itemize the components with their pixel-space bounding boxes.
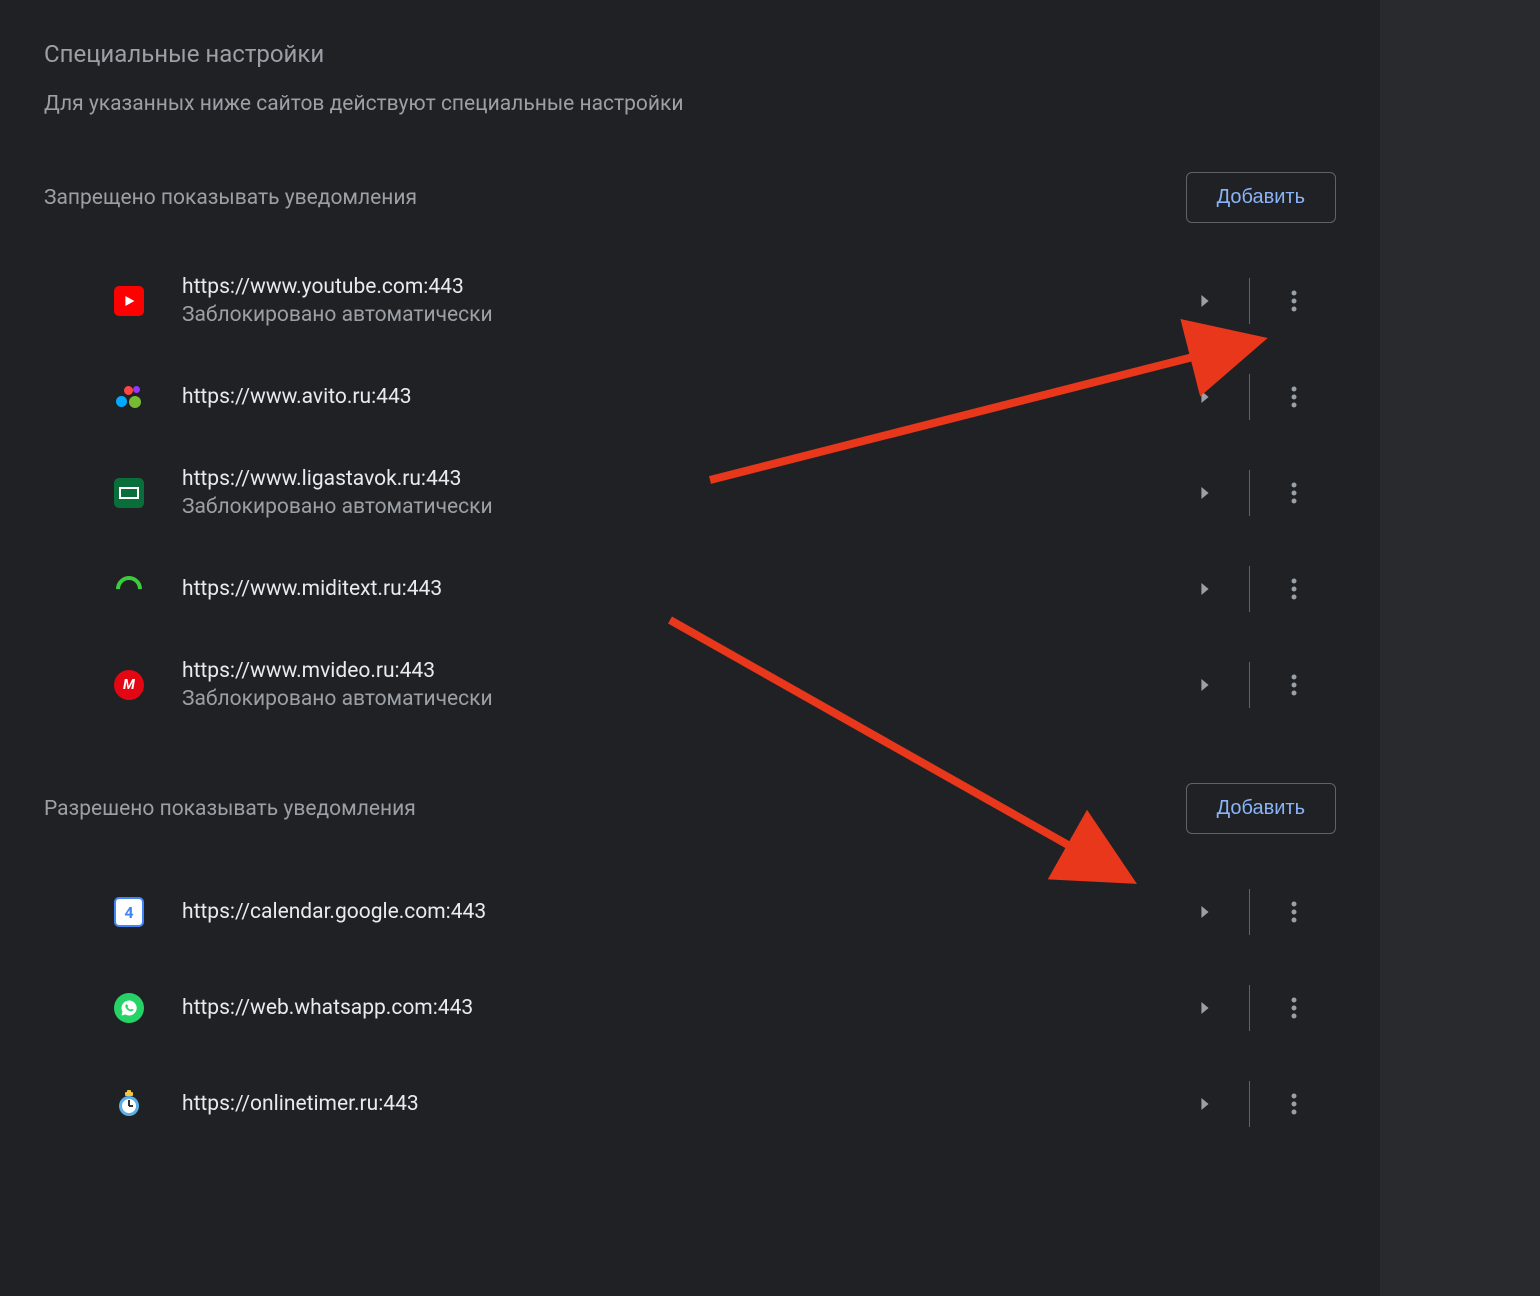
more-menu-button[interactable] [1266,465,1322,521]
expand-button[interactable] [1177,561,1233,617]
google-calendar-icon [114,897,144,927]
miditext-icon [114,574,144,604]
allowed-section-header: Разрешено показывать уведомления Добавит… [44,783,1336,834]
site-url: https://calendar.google.com:443 [182,900,1177,924]
blocked-site-list: https://www.youtube.com:443 Заблокирован… [44,253,1336,733]
avito-icon [114,382,144,412]
site-url: https://onlinetimer.ru:443 [182,1092,1177,1116]
site-url: https://www.miditext.ru:443 [182,577,1177,601]
settings-panel: Специальные настройки Для указанных ниже… [0,0,1380,1296]
expand-button[interactable] [1177,1076,1233,1132]
section-main-title: Специальные настройки [44,40,1336,68]
blocked-section-title: Запрещено показывать уведомления [44,186,417,210]
site-status: Заблокировано автоматически [182,687,1177,711]
youtube-icon [114,286,144,316]
site-row[interactable]: https://www.miditext.ru:443 [44,541,1336,637]
expand-button[interactable] [1177,465,1233,521]
site-row[interactable]: https://onlinetimer.ru:443 [44,1056,1336,1152]
site-status: Заблокировано автоматически [182,303,1177,327]
more-menu-button[interactable] [1266,561,1322,617]
site-url: https://www.ligastavok.ru:443 [182,467,1177,491]
allowed-site-list: https://calendar.google.com:443 https://… [44,864,1336,1152]
more-menu-button[interactable] [1266,980,1322,1036]
expand-button[interactable] [1177,369,1233,425]
site-url: https://web.whatsapp.com:443 [182,996,1177,1020]
site-url: https://www.mvideo.ru:443 [182,659,1177,683]
site-row[interactable]: https://www.youtube.com:443 Заблокирован… [44,253,1336,349]
site-status: Заблокировано автоматически [182,495,1177,519]
site-row[interactable]: https://www.ligastavok.ru:443 Заблокиров… [44,445,1336,541]
site-row[interactable]: https://calendar.google.com:443 [44,864,1336,960]
blocked-section-header: Запрещено показывать уведомления Добавит… [44,172,1336,223]
expand-button[interactable] [1177,884,1233,940]
more-menu-button[interactable] [1266,369,1322,425]
more-menu-button[interactable] [1266,884,1322,940]
whatsapp-icon [114,993,144,1023]
mvideo-icon: М [114,670,144,700]
site-url: https://www.youtube.com:443 [182,275,1177,299]
add-blocked-button[interactable]: Добавить [1186,172,1336,223]
more-menu-button[interactable] [1266,657,1322,713]
ligastavok-icon [114,478,144,508]
more-menu-button[interactable] [1266,273,1322,329]
expand-button[interactable] [1177,273,1233,329]
site-row[interactable]: https://web.whatsapp.com:443 [44,960,1336,1056]
site-row[interactable]: М https://www.mvideo.ru:443 Заблокирован… [44,637,1336,733]
timer-icon [114,1089,144,1119]
site-row[interactable]: https://www.avito.ru:443 [44,349,1336,445]
expand-button[interactable] [1177,980,1233,1036]
expand-button[interactable] [1177,657,1233,713]
allowed-section-title: Разрешено показывать уведомления [44,797,416,821]
add-allowed-button[interactable]: Добавить [1186,783,1336,834]
site-url: https://www.avito.ru:443 [182,385,1177,409]
section-main-subtitle: Для указанных ниже сайтов действуют спец… [44,92,1336,116]
more-menu-button[interactable] [1266,1076,1322,1132]
